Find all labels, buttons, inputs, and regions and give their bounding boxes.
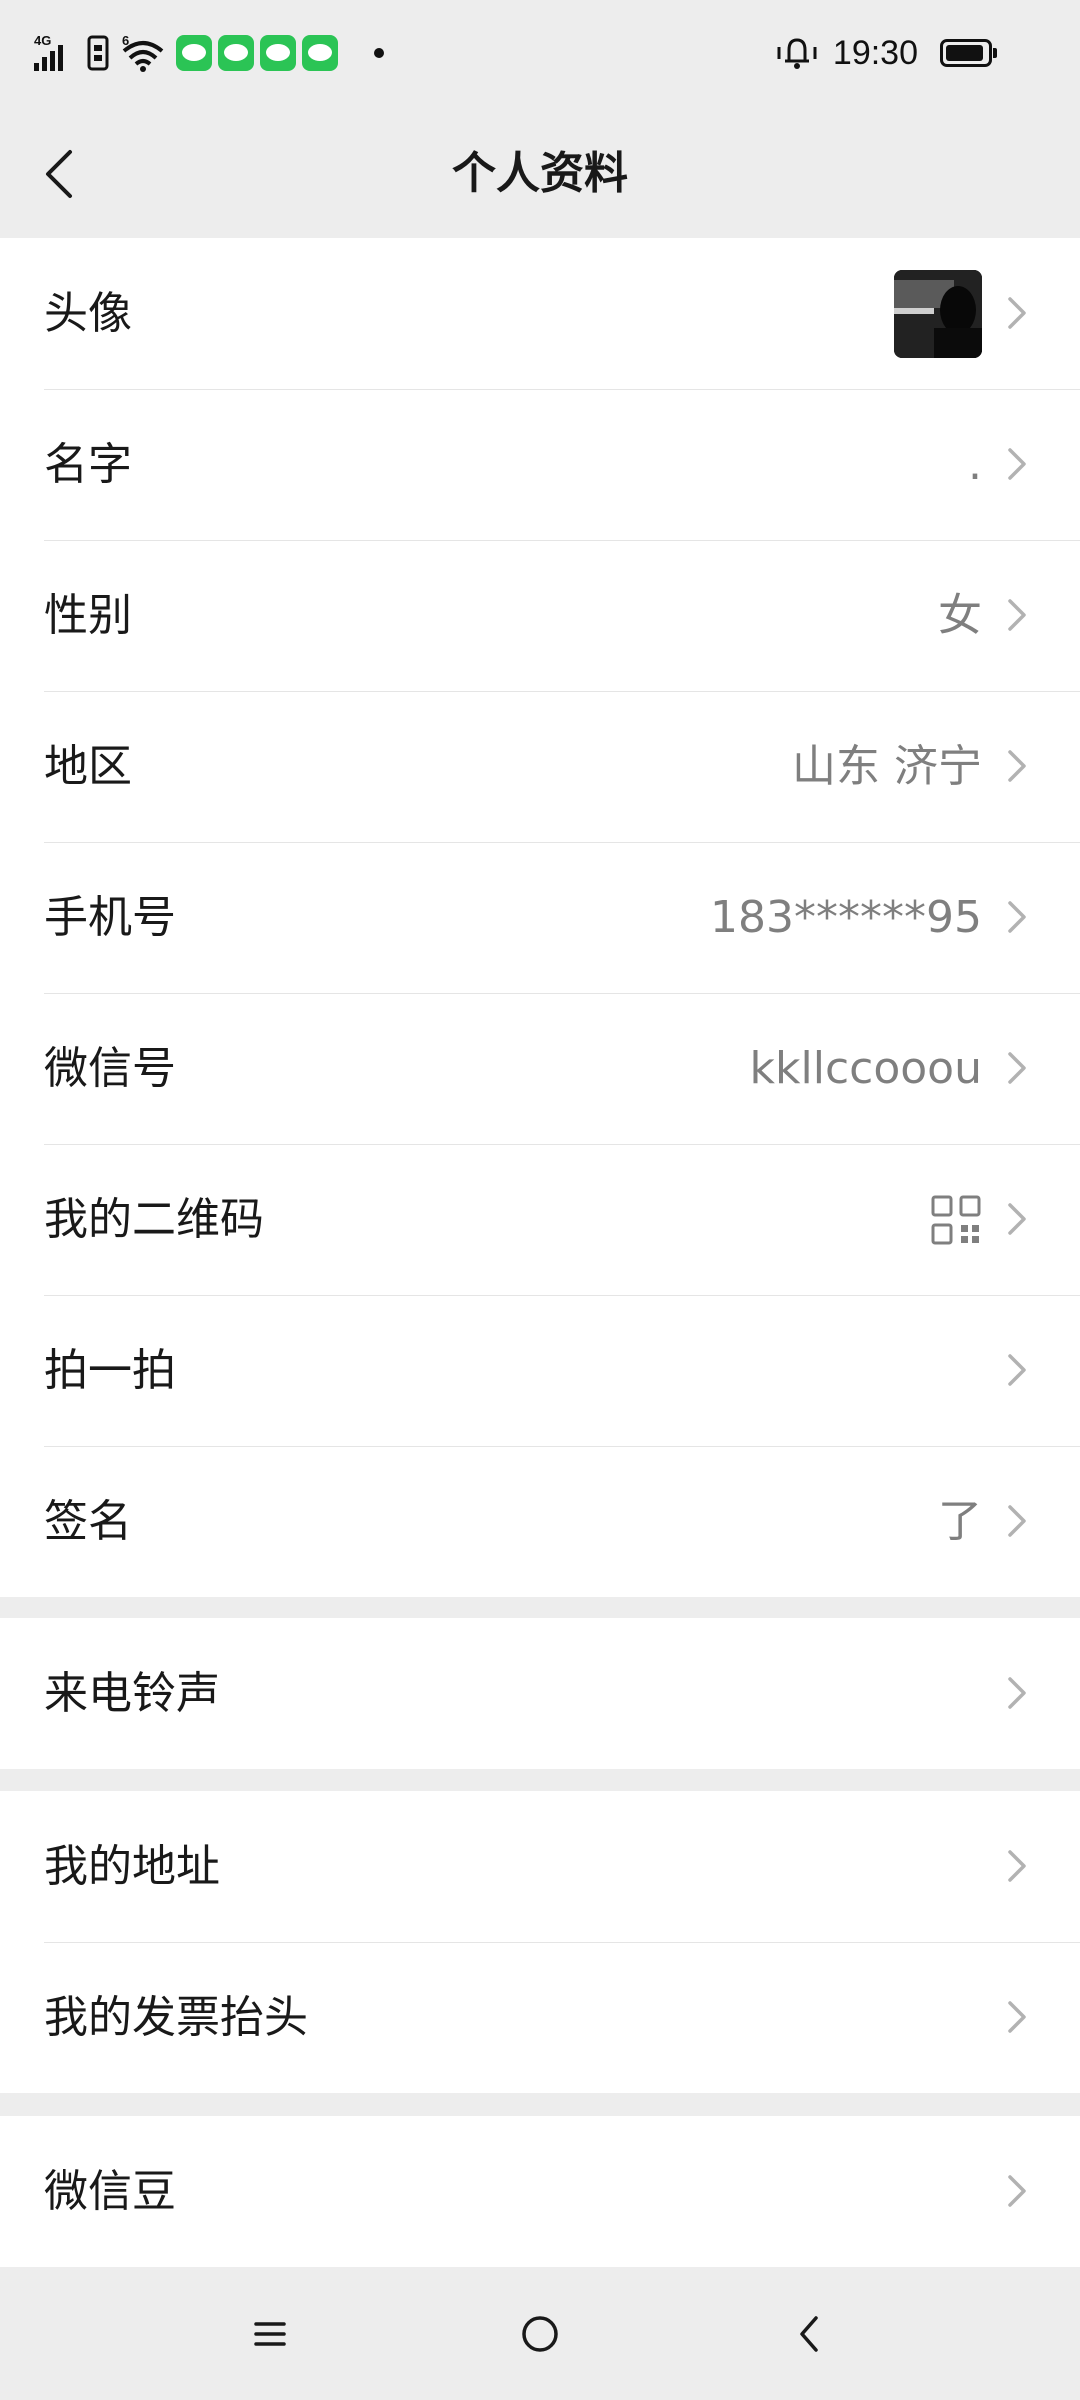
row-my-address[interactable]: 我的地址: [0, 1791, 1080, 1942]
status-bar: 4G 6 19:30: [0, 0, 1080, 110]
network-type-label: 4G: [34, 33, 51, 48]
system-nav-bar: [0, 2268, 1080, 2400]
row-value: 183******95: [710, 892, 982, 943]
row-label: 微信号: [44, 1043, 176, 1094]
status-right: 19:30: [773, 28, 997, 78]
chevron-right-icon: [1008, 448, 1026, 480]
row-label: 地区: [44, 741, 132, 792]
row-qr-code[interactable]: 我的二维码: [0, 1144, 1080, 1295]
chevron-right-icon: [1008, 750, 1026, 782]
row-label: 我的地址: [44, 1841, 220, 1892]
row-signature[interactable]: 签名 了: [0, 1446, 1080, 1597]
row-label: 性别: [44, 590, 132, 641]
row-value: .: [968, 439, 982, 490]
chevron-right-icon: [1008, 297, 1026, 329]
wechat-notification-icon: [302, 35, 338, 71]
row-label: 签名: [44, 1496, 132, 1547]
chevron-right-icon: [1008, 1052, 1026, 1084]
menu-button[interactable]: [230, 2298, 310, 2370]
row-wechat-beans[interactable]: 微信豆: [0, 2116, 1080, 2267]
cellular-signal-icon: 4G: [34, 33, 63, 71]
back-icon: [800, 2316, 818, 2352]
nav-bar: 个人资料: [0, 110, 1080, 238]
chevron-right-icon: [1008, 2175, 1026, 2207]
chevron-right-icon: [1008, 1677, 1026, 1709]
wechat-notification-icon: [260, 35, 296, 71]
row-label: 头像: [44, 288, 132, 339]
chevron-right-icon: [1008, 1850, 1026, 1882]
more-notifications-dot-icon: [374, 48, 384, 58]
row-value: 了: [938, 1496, 982, 1547]
row-gender[interactable]: 性别 女: [0, 540, 1080, 691]
row-label: 我的发票抬头: [44, 1992, 308, 2043]
home-circle-icon: [522, 2316, 558, 2352]
row-label: 手机号: [44, 892, 176, 943]
chevron-right-icon: [1008, 2001, 1026, 2033]
row-region[interactable]: 地区 山东 济宁: [0, 691, 1080, 842]
row-label: 拍一拍: [44, 1345, 176, 1396]
row-avatar[interactable]: 头像: [0, 238, 1080, 389]
row-value: 山东 济宁: [792, 741, 982, 792]
menu-icon: [254, 2322, 286, 2346]
wechat-notification-icon: [176, 35, 212, 71]
chevron-right-icon: [1008, 1354, 1026, 1386]
row-label: 来电铃声: [44, 1668, 220, 1719]
chevron-right-icon: [1008, 1505, 1026, 1537]
beans-group: 微信豆: [0, 2116, 1080, 2267]
row-ringtone[interactable]: 来电铃声: [0, 1618, 1080, 1769]
qr-code-icon: [931, 1195, 981, 1245]
home-button[interactable]: [500, 2298, 580, 2370]
vibrate-bell-icon: [777, 38, 817, 69]
battery-icon: [940, 39, 997, 67]
sim-card-icon: [87, 35, 109, 71]
wifi-icon: 6: [122, 33, 164, 72]
row-wechat-id[interactable]: 微信号 kkllccooou: [0, 993, 1080, 1144]
row-value: 女: [938, 590, 982, 641]
profile-group: 头像 名字 . 性别 女 地区 山东 济宁 手机号 183******95 微信…: [0, 238, 1080, 1597]
ringtone-group: 来电铃声: [0, 1618, 1080, 1769]
row-label: 名字: [44, 439, 132, 490]
row-phone[interactable]: 手机号 183******95: [0, 842, 1080, 993]
address-group: 我的地址 我的发票抬头: [0, 1791, 1080, 2093]
avatar: [894, 270, 982, 358]
row-name[interactable]: 名字 .: [0, 389, 1080, 540]
status-left: 4G 6: [32, 28, 384, 78]
wechat-notification-icon: [218, 35, 254, 71]
row-pat[interactable]: 拍一拍: [0, 1295, 1080, 1446]
chevron-right-icon: [1008, 1203, 1026, 1235]
system-back-button[interactable]: [770, 2298, 850, 2370]
status-clock: 19:30: [832, 33, 918, 72]
page-title: 个人资料: [452, 148, 628, 199]
row-value: kkllccooou: [749, 1043, 982, 1094]
row-label: 我的二维码: [44, 1194, 264, 1245]
chevron-right-icon: [1008, 901, 1026, 933]
chevron-right-icon: [1008, 599, 1026, 631]
row-label: 微信豆: [44, 2166, 176, 2217]
row-invoice-title[interactable]: 我的发票抬头: [0, 1942, 1080, 2093]
